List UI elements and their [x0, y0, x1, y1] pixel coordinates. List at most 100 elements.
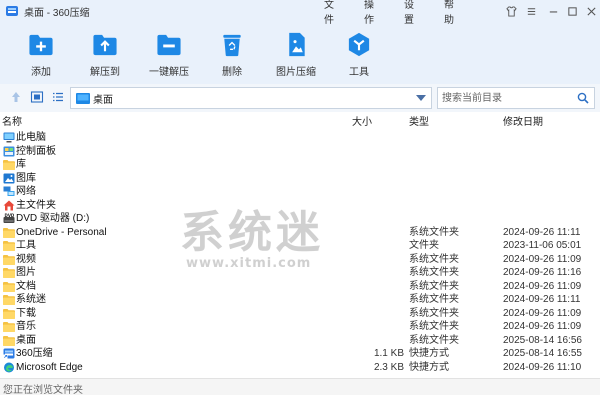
file-type: 文件夹 — [409, 240, 439, 251]
file-name: 下载 — [16, 307, 36, 319]
file-row[interactable]: 360压缩 1.1 KB 快捷方式 2025-08-14 16:55 — [0, 347, 600, 361]
desktop-folder-icon — [76, 92, 90, 104]
add-button[interactable]: 添加 — [11, 26, 71, 78]
column-size[interactable]: 大小 — [352, 115, 372, 131]
column-name[interactable]: 名称 — [2, 115, 22, 131]
file-row[interactable]: 此电脑 — [0, 131, 600, 145]
maximize-icon — [567, 6, 577, 16]
menu-file[interactable]: 文件 — [324, 0, 334, 26]
menu-settings[interactable]: 设置 — [404, 0, 414, 26]
extract-to-button[interactable]: 解压到 — [75, 26, 135, 78]
file-name: 360压缩 — [16, 348, 53, 359]
file-name: 音乐 — [16, 321, 36, 332]
file-row[interactable]: OneDrive - Personal 系统文件夹 2024-09-26 11:11 — [0, 226, 600, 240]
file-name: 控制面板 — [16, 145, 56, 157]
folder-icon — [3, 321, 15, 332]
folder-icon — [3, 308, 15, 319]
skin-button[interactable] — [502, 0, 520, 22]
tools-label: 工具 — [349, 67, 369, 78]
add-archive-icon — [29, 34, 53, 56]
file-type: 系统文件夹 — [409, 307, 459, 319]
shirt-icon — [505, 5, 517, 17]
search-box[interactable] — [437, 87, 595, 109]
dvd-drive-icon: DVD — [3, 213, 15, 224]
folder-icon — [3, 335, 15, 346]
thumbnail-view-icon[interactable] — [30, 90, 44, 104]
hamburger-icon — [527, 7, 535, 15]
minimize-button[interactable] — [544, 0, 562, 22]
menu-help[interactable]: 帮助 — [444, 0, 454, 26]
app-title: 桌面 - 360压缩 — [0, 0, 90, 22]
file-type: 系统文件夹 — [409, 253, 459, 265]
search-icon[interactable] — [577, 92, 589, 104]
file-modified: 2023-11-06 05:01 — [503, 240, 582, 251]
file-type: 快捷方式 — [409, 348, 449, 359]
file-row[interactable]: 图片 系统文件夹 2024-09-26 11:16 — [0, 266, 600, 280]
file-row[interactable]: 图库 — [0, 172, 600, 186]
gallery-icon — [3, 173, 15, 184]
file-type: 系统文件夹 — [409, 226, 459, 238]
delete-button[interactable]: 删除 — [202, 26, 262, 78]
file-row[interactable]: 网络 — [0, 185, 600, 199]
menu-operation[interactable]: 操作 — [364, 0, 374, 26]
one-click-extract-button[interactable]: 一键解压 — [139, 26, 199, 78]
window-title: 桌面 - 360压缩 — [24, 7, 90, 19]
file-row[interactable]: 控制面板 — [0, 145, 600, 159]
file-row[interactable]: 主文件夹 — [0, 199, 600, 213]
delete-label: 删除 — [222, 67, 242, 78]
status-text: 您正在浏览文件夹 — [3, 385, 83, 395]
toolbar: 添加 解压到 一键解压 删除 图片压缩 工具 — [0, 26, 600, 78]
file-row[interactable]: 库 — [0, 158, 600, 172]
file-row[interactable]: 音乐 系统文件夹 2024-09-26 11:09 — [0, 320, 600, 334]
file-type: 系统文件夹 — [409, 334, 459, 346]
folder-icon — [3, 227, 15, 238]
folder-icon — [3, 281, 15, 292]
file-modified: 2024-09-26 11:09 — [503, 280, 582, 292]
file-row[interactable]: 桌面 系统文件夹 2025-08-14 16:56 — [0, 334, 600, 348]
file-modified: 2025-08-14 16:56 — [503, 334, 582, 346]
file-name: DVD 驱动器 (D:) — [16, 213, 90, 224]
image-compress-button[interactable]: 图片压缩 — [266, 26, 326, 78]
edge-icon — [3, 362, 15, 373]
image-compress-label: 图片压缩 — [276, 67, 316, 78]
maximize-button[interactable] — [563, 0, 581, 22]
folder-icon — [3, 267, 15, 278]
file-row[interactable]: 下载 系统文件夹 2024-09-26 11:09 — [0, 307, 600, 321]
folder-icon — [3, 159, 15, 170]
file-name: 工具 — [16, 240, 36, 251]
file-name: 视频 — [16, 253, 36, 265]
title-bar: 桌面 - 360压缩 文件 操作 设置 帮助 添加 解压到 一键解压 删除 图片… — [0, 0, 600, 84]
file-name: 桌面 — [16, 334, 36, 346]
file-modified: 2024-09-26 11:09 — [503, 321, 582, 332]
file-row[interactable]: 文档 系统文件夹 2024-09-26 11:09 — [0, 280, 600, 294]
file-modified: 2024-09-26 11:11 — [503, 226, 581, 238]
file-row[interactable]: 工具 文件夹 2023-11-06 05:01 — [0, 239, 600, 253]
file-name: 文档 — [16, 280, 36, 292]
file-row[interactable]: DVD DVD 驱动器 (D:) — [0, 212, 600, 226]
search-input[interactable] — [438, 88, 574, 108]
svg-text:DVD: DVD — [5, 213, 15, 218]
image-compress-icon — [289, 32, 305, 57]
menu-dropdown-button[interactable] — [522, 0, 540, 22]
file-row[interactable]: 系统迷 系统文件夹 2024-09-26 11:11 — [0, 293, 600, 307]
file-name: 库 — [16, 159, 26, 170]
extract-to-label: 解压到 — [90, 67, 120, 78]
minimize-icon — [549, 10, 557, 13]
column-modified[interactable]: 修改日期 — [503, 115, 543, 131]
extract-to-icon — [93, 34, 117, 56]
file-row[interactable]: Microsoft Edge 2.3 KB 快捷方式 2024-09-26 11:10 — [0, 361, 600, 375]
close-button[interactable] — [582, 0, 600, 22]
tools-button[interactable]: 工具 — [329, 26, 389, 78]
address-dropdown-icon[interactable] — [416, 95, 426, 101]
file-row[interactable]: 视频 系统文件夹 2024-09-26 11:09 — [0, 253, 600, 267]
control-panel-icon — [3, 146, 15, 157]
file-size: 1.1 KB — [373, 348, 404, 359]
close-icon — [586, 6, 596, 16]
up-arrow-icon[interactable] — [9, 90, 23, 104]
app-logo-icon — [6, 6, 18, 16]
list-view-icon[interactable] — [51, 90, 65, 104]
file-modified: 2024-09-26 11:11 — [503, 294, 581, 305]
address-combobox[interactable]: 桌面 — [70, 87, 432, 109]
file-modified: 2024-09-26 11:09 — [503, 253, 582, 265]
column-type[interactable]: 类型 — [409, 115, 429, 131]
